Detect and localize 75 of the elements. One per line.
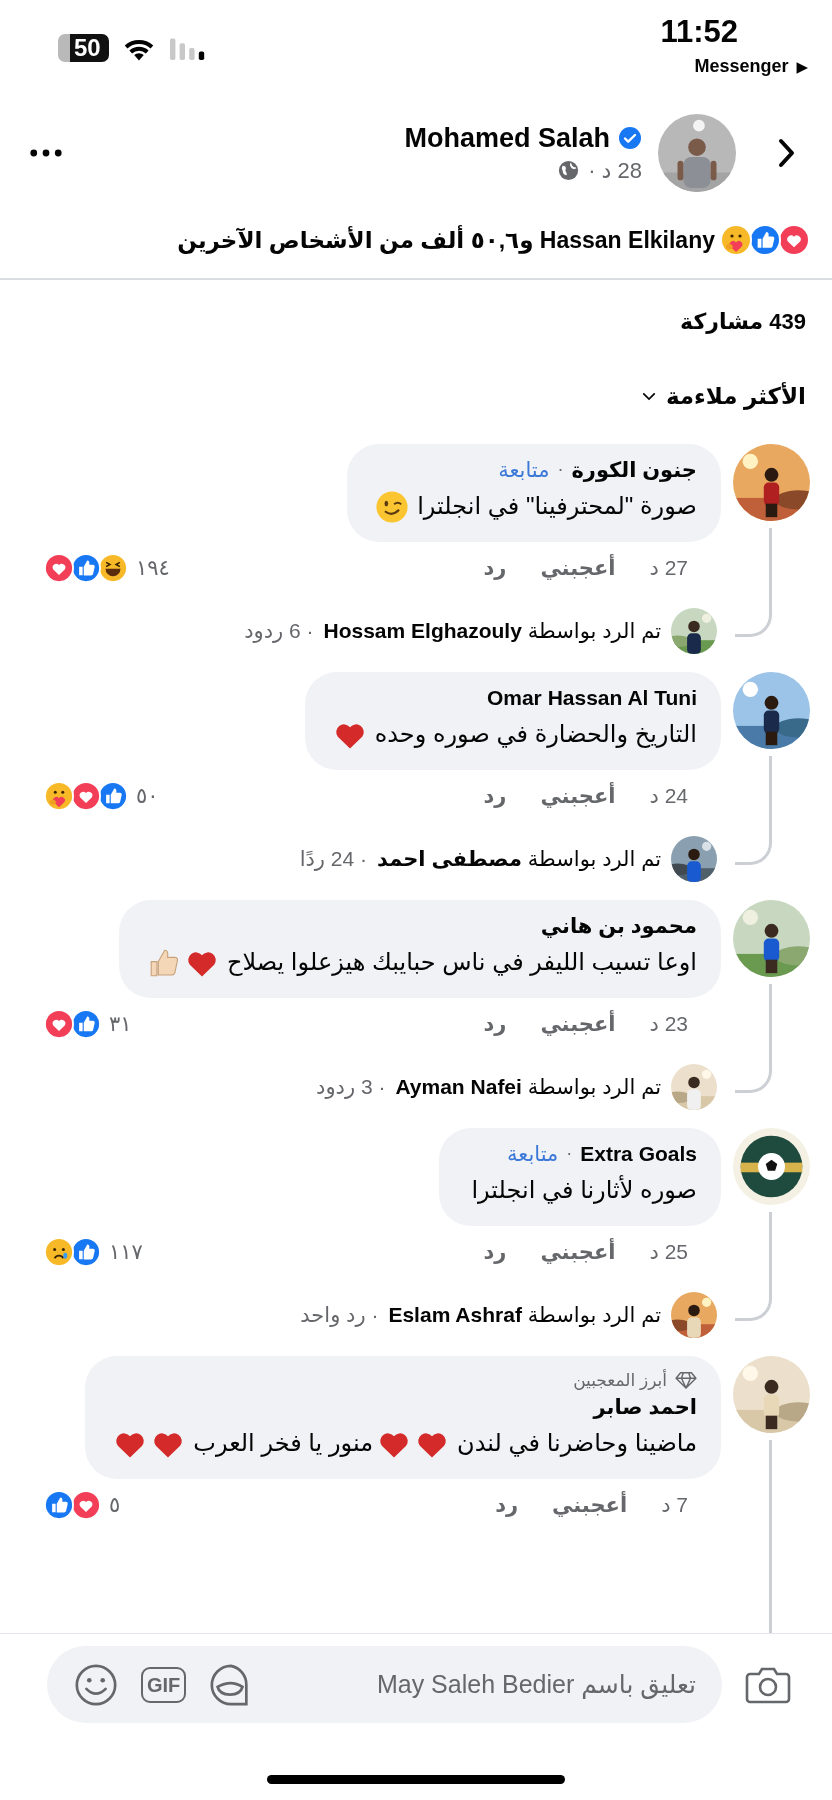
reply-count[interactable]: · رد واحد	[300, 1302, 379, 1327]
reply-link[interactable]: رد	[483, 783, 507, 808]
crying-face-icon	[44, 1236, 74, 1267]
comment-text: منور يا فخر العرب	[193, 1428, 374, 1456]
reply-count[interactable]: · 24 ردًا	[299, 846, 367, 871]
thumbs-up-reaction-icon	[71, 1008, 101, 1039]
reactions-summary[interactable]: Hassan Elkilany و٥٠,٦ ألف من الأشخاص الآخرين	[177, 226, 715, 254]
thumbs-up-reaction-icon	[749, 224, 781, 256]
thumbs-up-reaction-icon	[71, 1236, 101, 1267]
comment-text: التاريخ والحضارة في صوره وحده	[374, 719, 697, 747]
separator-dot: ·	[566, 1143, 573, 1164]
thumbs-up-reaction-icon	[71, 552, 101, 583]
like-link[interactable]: أعجبني	[540, 783, 616, 808]
comment-text: صورة "لمحترفينا" في انجلترا	[417, 491, 697, 519]
comment-input-field[interactable]: تعليق باسم May Saleh Bedier	[276, 1670, 696, 1699]
reaction-count[interactable]: ١٩٤	[136, 555, 170, 580]
globe-icon	[557, 159, 581, 182]
thumbs-up-reaction-icon	[98, 780, 128, 811]
like-link[interactable]: أعجبني	[540, 1239, 616, 1264]
heart-reaction-icon	[44, 1008, 74, 1039]
heart-reaction-icon	[44, 552, 74, 583]
thumbs-up-reaction-icon	[44, 1489, 74, 1520]
back-arrow: ▶	[796, 57, 808, 76]
like-link[interactable]: أعجبني	[540, 555, 616, 580]
diamond-icon	[675, 1371, 697, 1389]
hugging-face-icon	[44, 780, 74, 811]
reaction-count[interactable]: ٥	[109, 1492, 121, 1517]
commenter-name[interactable]: جنون الكورة	[571, 457, 697, 482]
comment-text: ماضينا وحاضرنا في لندن	[457, 1428, 697, 1456]
comment-text: صوره لأثارنا في انجلترا	[471, 1175, 697, 1203]
reply-link[interactable]: رد	[483, 555, 507, 580]
commenter-name[interactable]: محمود بن هاني	[540, 913, 697, 938]
heart-reaction-icon	[71, 1489, 101, 1520]
winking-face-icon	[375, 490, 410, 525]
comment-time: 23 د	[649, 1011, 688, 1036]
heart-reaction-icon	[71, 780, 101, 811]
commenter-name[interactable]: Omar Hassan Al Tuni	[486, 685, 697, 710]
hugging-face-icon	[720, 224, 752, 256]
status-time: 11:52	[660, 14, 738, 50]
signal-icon	[168, 36, 207, 60]
follow-link[interactable]: متابعة	[507, 1141, 559, 1166]
commenter-name[interactable]: Extra Goals	[580, 1141, 697, 1166]
comment-time: 25 د	[649, 1239, 688, 1264]
author-name[interactable]: Mohamed Salah	[404, 122, 610, 154]
heart-reaction-icon	[778, 224, 810, 256]
like-link[interactable]: أعجبني	[552, 1492, 628, 1517]
reply-count[interactable]: · 3 ردود	[316, 1074, 386, 1099]
reaction-count[interactable]: ٣١	[109, 1011, 132, 1036]
reply-link[interactable]: رد	[483, 1011, 507, 1036]
reply-link[interactable]: رد	[483, 1239, 507, 1264]
chevron-right-icon[interactable]	[776, 137, 796, 169]
reply-link[interactable]: رد	[495, 1492, 519, 1517]
laughing-face-icon	[98, 552, 128, 583]
ball-logo-icon	[733, 1127, 810, 1205]
commenter-name[interactable]: احمد صابر	[593, 1394, 697, 1419]
chevron-down-icon	[641, 392, 656, 401]
follow-link[interactable]: متابعة	[498, 457, 550, 482]
comment-time: 24 د	[649, 783, 688, 808]
reaction-count[interactable]: ١١٧	[109, 1239, 143, 1264]
reaction-count[interactable]: ٥٠	[136, 783, 159, 808]
sort-dropdown[interactable]: الأكثر ملاءمة	[641, 383, 806, 410]
comment-time: 7 د	[661, 1492, 688, 1517]
battery-icon: 50	[58, 34, 109, 62]
separator-dot: ·	[557, 459, 564, 480]
reply-count[interactable]: · 6 ردود	[244, 618, 314, 643]
more-options-icon[interactable]	[30, 149, 62, 157]
post-time: 28 د ·	[588, 157, 642, 184]
comment-text: اوعا تسيب الليفر في ناس حبايبك هيزعلوا يصلاح	[226, 947, 697, 975]
like-link[interactable]: أعجبني	[540, 1011, 616, 1036]
top-fan-label: أبرز المعجبين	[573, 1369, 667, 1391]
replied-by-link[interactable]: تم الرد بواسطة مصطفى احمد	[377, 846, 661, 871]
gif-button[interactable]: GIF	[141, 1666, 187, 1703]
back-to-app-link[interactable]: Messenger	[694, 56, 789, 77]
comment-time: 27 د	[649, 555, 688, 580]
share-count[interactable]: 439 مشاركة	[680, 308, 806, 335]
